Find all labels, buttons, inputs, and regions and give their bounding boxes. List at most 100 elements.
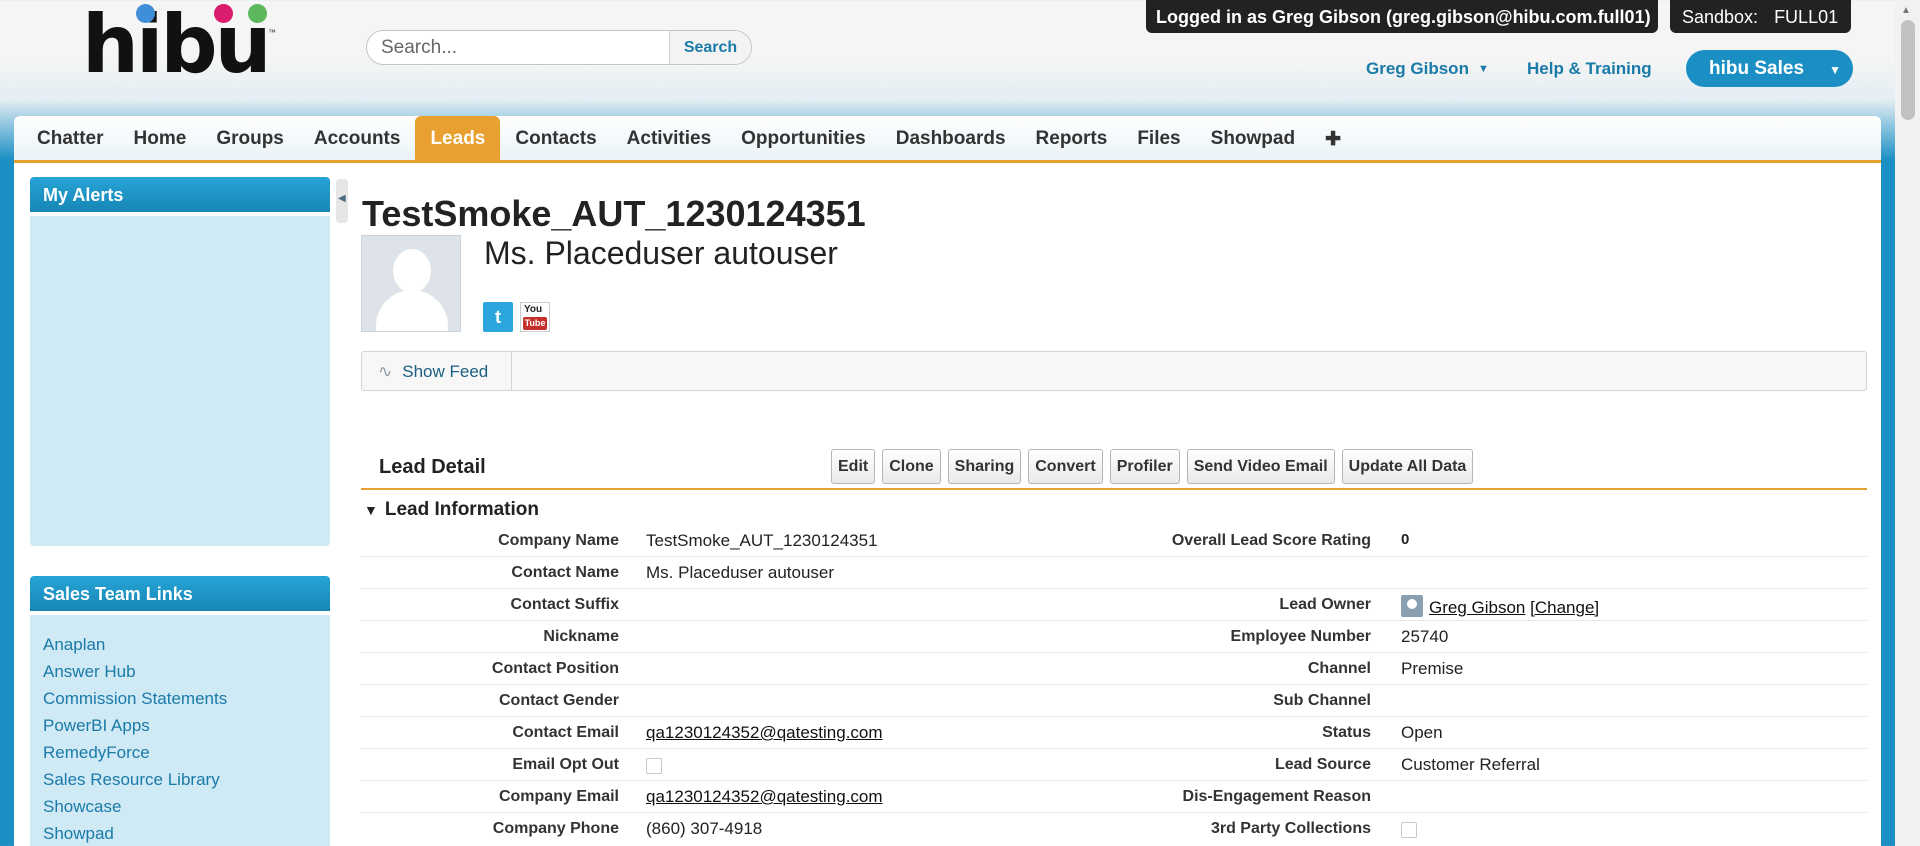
- field-label: Email Opt Out: [512, 756, 619, 773]
- show-feed-label: Show Feed: [402, 362, 489, 381]
- lead-owner-link[interactable]: Greg Gibson: [1429, 598, 1525, 617]
- tab-contacts[interactable]: Contacts: [500, 116, 611, 160]
- logo-dot-green: [248, 4, 267, 23]
- field-label: Status: [1322, 724, 1371, 741]
- field-label: Lead Source: [1274, 756, 1371, 773]
- page-scrollbar[interactable]: ▲: [1895, 0, 1920, 846]
- tab-reports[interactable]: Reports: [1021, 116, 1123, 160]
- logo-dot-blue: [136, 4, 155, 23]
- contact-name-heading: Ms. Placeduser autouser: [484, 235, 838, 271]
- tab-showpad[interactable]: Showpad: [1196, 116, 1310, 160]
- sidebar-link-answer-hub[interactable]: Answer Hub: [43, 658, 317, 685]
- lead-detail-title: Lead Detail: [379, 456, 486, 478]
- help-training-link[interactable]: Help & Training: [1527, 59, 1652, 79]
- field-label: 3rd Party Collections: [1210, 820, 1371, 837]
- sidebar-link-showpad[interactable]: Showpad: [43, 820, 317, 846]
- logo-wordmark: hibu: [82, 0, 272, 91]
- avatar-head-shape: [393, 249, 431, 293]
- lead-detail-header: Lead Detail Edit Clone Sharing Convert P…: [361, 446, 1867, 490]
- sidebar-link-powerbi-apps[interactable]: PowerBI Apps: [43, 712, 317, 739]
- change-owner-link[interactable]: [Change]: [1530, 598, 1599, 617]
- search-input[interactable]: [381, 31, 681, 64]
- sharing-button[interactable]: Sharing: [947, 449, 1022, 484]
- field-label: Lead Owner: [1279, 596, 1371, 613]
- send-video-email-button[interactable]: Send Video Email: [1186, 449, 1335, 484]
- contact-email-link[interactable]: qa1230124352@qatesting.com: [646, 723, 883, 743]
- chevron-left-icon: ◀: [338, 193, 346, 204]
- sidebar-link-showcase[interactable]: Showcase: [43, 793, 317, 820]
- tab-leads[interactable]: Leads: [415, 116, 501, 160]
- record-title: TestSmoke_AUT_1230124351: [362, 193, 866, 234]
- logo-dot-pink: [214, 4, 233, 23]
- profiler-button[interactable]: Profiler: [1109, 449, 1180, 484]
- field-row: Email Opt Out Lead Source Customer Refer…: [361, 749, 1867, 781]
- edit-button[interactable]: Edit: [831, 449, 876, 484]
- company-email-link[interactable]: qa1230124352@qatesting.com: [646, 787, 883, 807]
- third-party-collections-checkbox: [1401, 822, 1417, 838]
- field-label: Channel: [1307, 660, 1371, 677]
- header: hibu ™ Search Logged in as Greg Gibson (…: [0, 0, 1895, 115]
- twitter-icon[interactable]: t: [483, 302, 513, 332]
- email-opt-out-checkbox: [646, 758, 662, 774]
- field-label: Company Email: [498, 788, 619, 805]
- show-feed-button[interactable]: ∿ Show Feed: [362, 352, 512, 390]
- tab-files[interactable]: Files: [1122, 116, 1195, 160]
- scroll-up-icon[interactable]: ▲: [1901, 5, 1911, 16]
- avatar: [361, 235, 461, 332]
- detail-button-group: Edit Clone Sharing Convert Profiler Send…: [831, 449, 1474, 484]
- tab-chatter[interactable]: Chatter: [22, 116, 119, 160]
- tab-opportunities[interactable]: Opportunities: [726, 116, 881, 160]
- tab-home[interactable]: Home: [119, 116, 202, 160]
- field-label: Company Name: [498, 532, 619, 549]
- search-button[interactable]: Search: [669, 31, 751, 64]
- lead-score-value: 0: [1401, 531, 1410, 548]
- tab-dashboards[interactable]: Dashboards: [881, 116, 1021, 160]
- field-row: Company Phone (860) 307-4918 3rd Party C…: [361, 813, 1867, 845]
- clone-button[interactable]: Clone: [882, 449, 941, 484]
- field-row: Contact Name Ms. Placeduser autouser: [361, 557, 1867, 589]
- field-row: Contact Gender Sub Channel: [361, 685, 1867, 717]
- field-label: Company Phone: [492, 820, 619, 837]
- feed-pulse-icon: ∿: [378, 362, 393, 381]
- tab-activities[interactable]: Activities: [612, 116, 726, 160]
- user-menu[interactable]: Greg Gibson ▼: [1366, 59, 1489, 79]
- field-row: Nickname Employee Number 25740: [361, 621, 1867, 653]
- add-tab-icon[interactable]: ✚: [1310, 116, 1356, 160]
- user-name: Greg Gibson: [1366, 59, 1469, 78]
- sidebar-collapse-toggle[interactable]: ◀: [336, 179, 348, 223]
- tab-groups[interactable]: Groups: [201, 116, 299, 160]
- convert-button[interactable]: Convert: [1028, 449, 1103, 484]
- field-label: Contact Position: [491, 660, 619, 677]
- field-label: Nickname: [543, 628, 619, 645]
- app-switcher[interactable]: hibu Sales ▼: [1686, 50, 1853, 87]
- sandbox-badge: Sandbox: FULL01: [1670, 0, 1851, 33]
- field-value: Ms. Placeduser autouser: [646, 563, 835, 582]
- sidebar-link-remedyforce[interactable]: RemedyForce: [43, 739, 317, 766]
- sidebar-link-sales-resource-library[interactable]: Sales Resource Library: [43, 766, 317, 793]
- youtube-icon[interactable]: You Tube: [520, 302, 550, 332]
- sidebar-link-commission-statements[interactable]: Commission Statements: [43, 685, 317, 712]
- email-opt-out-checkbox-wrap: [646, 755, 662, 779]
- tab-accounts[interactable]: Accounts: [299, 116, 416, 160]
- lead-information-section-toggle[interactable]: ▼ Lead Information: [364, 499, 539, 521]
- sidebar: My Alerts Sales Team Links Anaplan Answe…: [30, 177, 330, 846]
- hibu-logo[interactable]: hibu ™: [82, 0, 282, 91]
- field-value: 25740: [1401, 627, 1449, 646]
- alerts-body: [30, 216, 330, 546]
- chevron-down-icon: ▼: [1829, 63, 1841, 77]
- update-all-data-button[interactable]: Update All Data: [1341, 449, 1474, 484]
- field-row: Company Name TestSmoke_AUT_1230124351 Ov…: [361, 525, 1867, 557]
- field-label: Contact Suffix: [510, 596, 619, 613]
- lead-fields-table: Company Name TestSmoke_AUT_1230124351 Ov…: [361, 525, 1867, 845]
- field-label: Dis-Engagement Reason: [1182, 788, 1371, 805]
- sandbox-label: Sandbox:: [1682, 7, 1759, 27]
- field-label: Contact Name: [511, 564, 619, 581]
- scrollbar-thumb[interactable]: [1901, 20, 1915, 120]
- user-icon: [1401, 595, 1423, 617]
- login-status-badge: Logged in as Greg Gibson (greg.gibson@hi…: [1146, 0, 1658, 33]
- field-value: TestSmoke_AUT_1230124351: [646, 531, 878, 550]
- field-value: Open: [1401, 723, 1443, 742]
- sidebar-link-anaplan[interactable]: Anaplan: [43, 631, 317, 658]
- tab-bar: Chatter Home Groups Accounts Leads Conta…: [14, 116, 1881, 163]
- third-party-collections-checkbox-wrap: [1401, 819, 1417, 843]
